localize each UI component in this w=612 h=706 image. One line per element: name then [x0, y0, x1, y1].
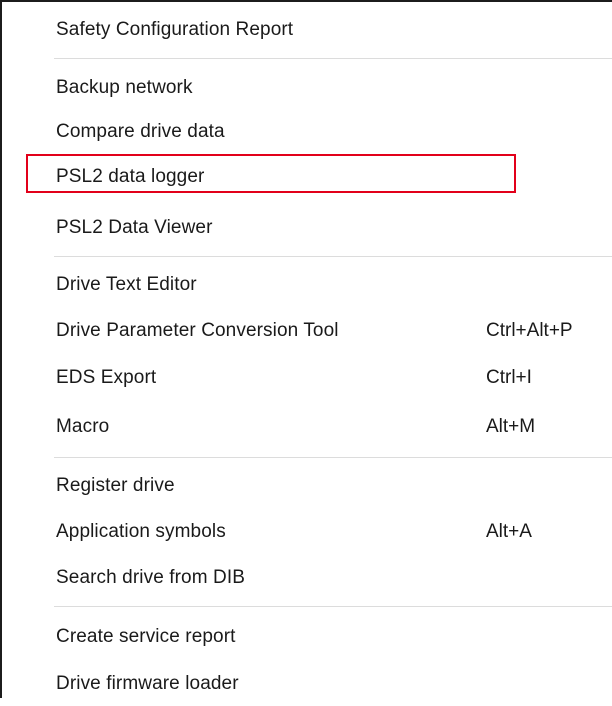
menu-item-create-service-report[interactable]: Create service report	[4, 615, 612, 659]
menu-item-label: Safety Configuration Report	[56, 19, 294, 40]
menu-item-label: Drive firmware loader	[56, 673, 239, 694]
menu-item-application-symbols[interactable]: Application symbols Alt+A	[4, 510, 612, 554]
menu-item-shortcut: Ctrl+Alt+P	[486, 320, 573, 341]
menu-item-label: EDS Export	[56, 367, 157, 388]
context-menu: Safety Configuration Report Backup netwo…	[0, 0, 612, 698]
menu-item-label: Backup network	[56, 77, 193, 98]
menu-item-drive-parameter-conversion-tool[interactable]: Drive Parameter Conversion Tool Ctrl+Alt…	[4, 309, 612, 353]
highlight-box	[26, 154, 516, 193]
menu-item-compare-drive-data[interactable]: Compare drive data	[4, 110, 612, 154]
menu-item-label: Register drive	[56, 475, 175, 496]
menu-separator	[54, 457, 612, 458]
menu-separator	[54, 58, 612, 59]
menu-item-drive-firmware-loader[interactable]: Drive firmware loader	[4, 662, 612, 706]
menu-item-label: Macro	[56, 416, 110, 437]
menu-item-drive-text-editor[interactable]: Drive Text Editor	[4, 263, 612, 307]
menu-item-label: Create service report	[56, 626, 236, 647]
menu-item-label: Compare drive data	[56, 121, 225, 142]
menu-item-eds-export[interactable]: EDS Export Ctrl+I	[4, 356, 612, 400]
menu-separator	[54, 256, 612, 257]
menu-item-shortcut: Alt+M	[486, 416, 536, 437]
menu-item-psl2-data-viewer[interactable]: PSL2 Data Viewer	[4, 206, 612, 250]
menu-item-search-drive-from-dib[interactable]: Search drive from DIB	[4, 556, 612, 600]
menu-item-register-drive[interactable]: Register drive	[4, 464, 612, 508]
menu-item-shortcut: Ctrl+I	[486, 367, 532, 388]
menu-separator	[54, 606, 612, 607]
menu-item-label: Drive Parameter Conversion Tool	[56, 320, 339, 341]
menu-item-macro[interactable]: Macro Alt+M	[4, 405, 612, 449]
menu-item-label: Application symbols	[56, 521, 226, 542]
menu-item-label: PSL2 Data Viewer	[56, 217, 213, 238]
menu-item-backup-network[interactable]: Backup network	[4, 66, 612, 110]
menu-item-safety-configuration-report[interactable]: Safety Configuration Report	[4, 8, 612, 52]
menu-item-label: Drive Text Editor	[56, 274, 197, 295]
menu-item-shortcut: Alt+A	[486, 521, 532, 542]
menu-item-label: Search drive from DIB	[56, 567, 245, 588]
